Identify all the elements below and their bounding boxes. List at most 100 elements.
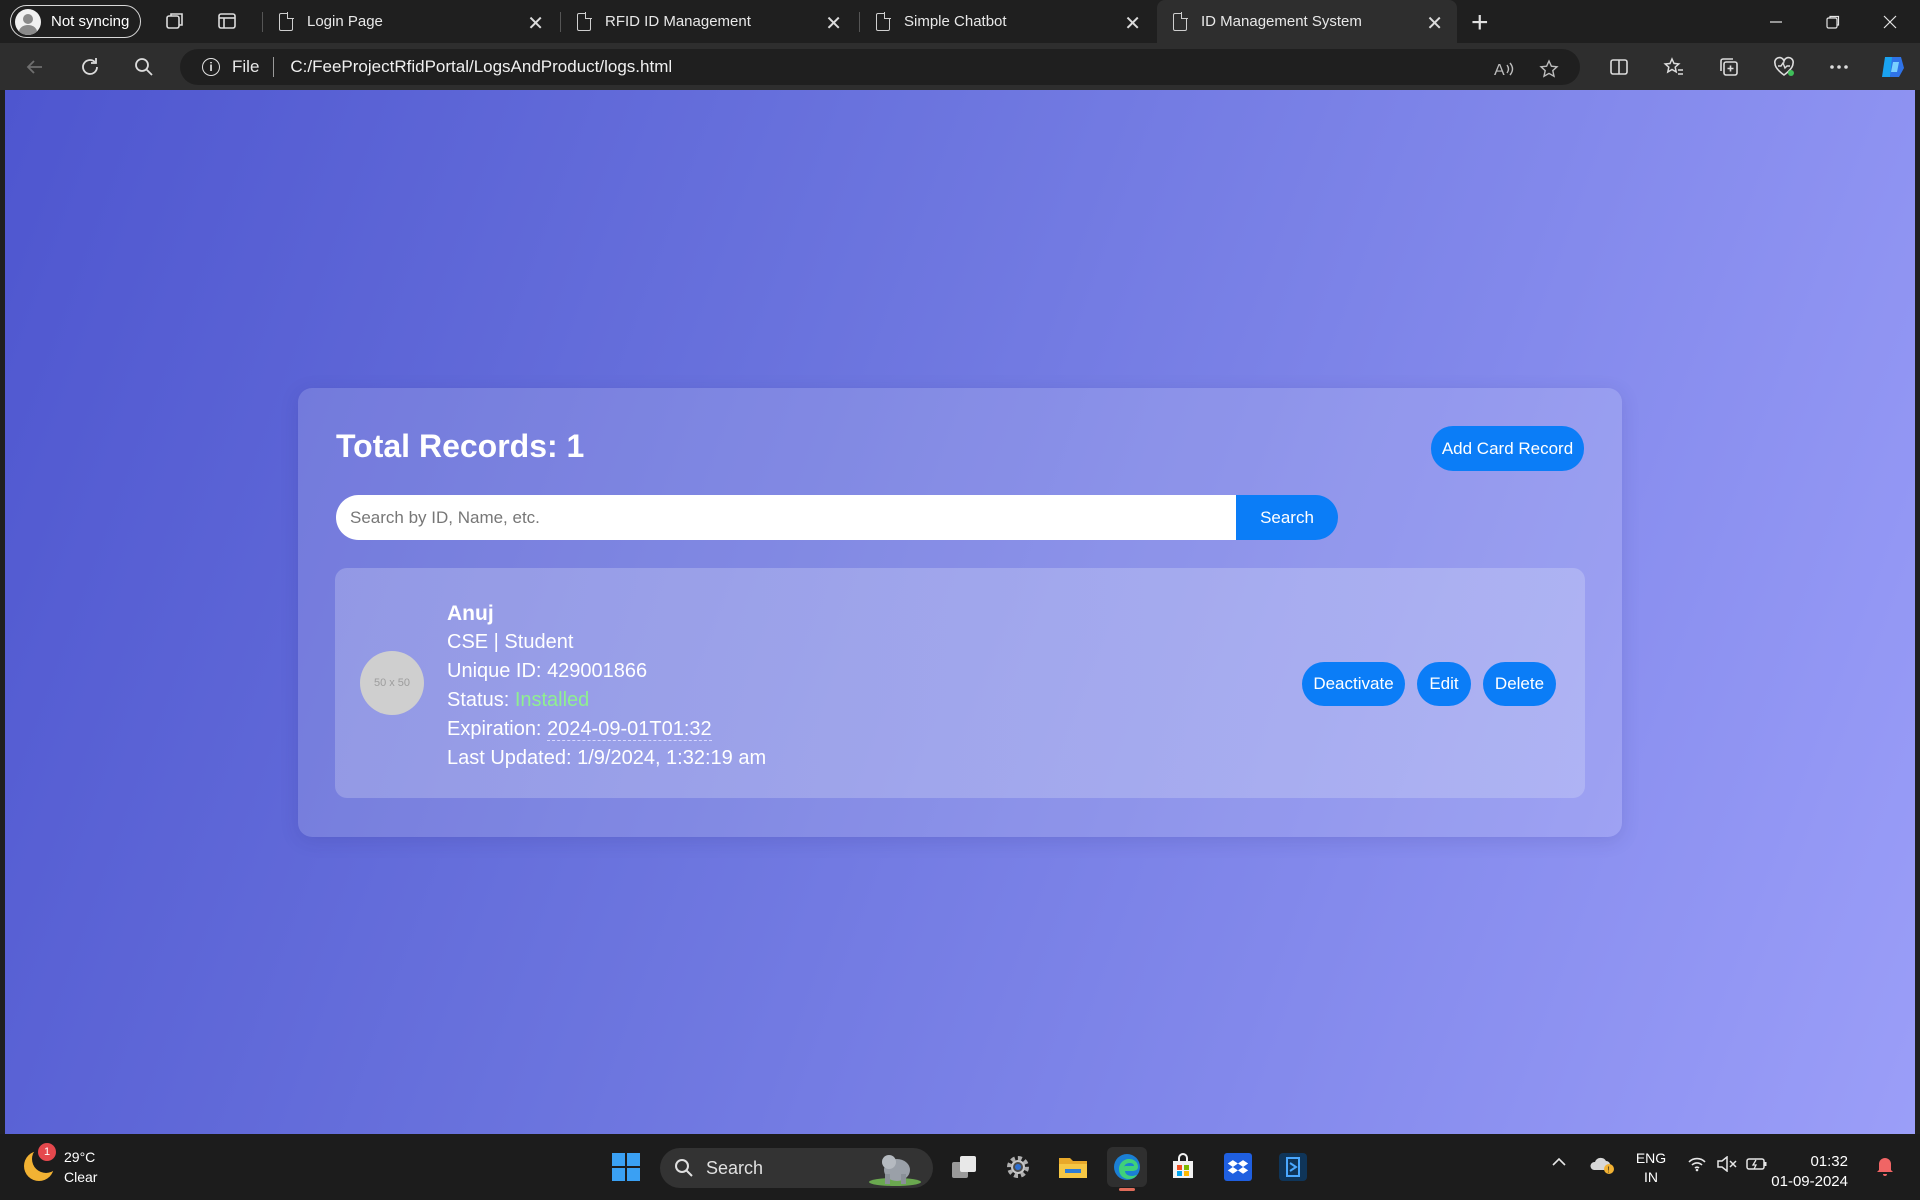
profile-label: Not syncing — [51, 13, 130, 30]
url-text[interactable]: C:/FeeProjectRfidPortal/LogsAndProduct/l… — [290, 57, 672, 77]
record-details: Anuj CSE | Student Unique ID: 429001866 … — [447, 599, 766, 773]
page-icon — [876, 11, 891, 31]
weather-condition: Clear — [64, 1169, 98, 1185]
close-tab-icon[interactable]: ✕ — [825, 11, 842, 36]
page-icon — [279, 11, 294, 31]
close-window-button[interactable] — [1862, 0, 1918, 43]
page-viewport: Total Records: 1 Add Card Record Search … — [5, 90, 1915, 1134]
deactivate-button[interactable]: Deactivate — [1302, 662, 1405, 706]
active-indicator — [1119, 1188, 1135, 1191]
notification-badge: 1 — [38, 1143, 56, 1161]
minimize-button[interactable] — [1748, 0, 1804, 43]
chevron-up-icon[interactable] — [1551, 1154, 1567, 1173]
onedrive-icon[interactable]: ! — [1589, 1154, 1615, 1177]
weather-temp: 29°C — [64, 1149, 96, 1165]
task-view-icon[interactable] — [944, 1147, 984, 1187]
tab-actions-icon[interactable] — [215, 9, 239, 33]
unique-id-label: Unique ID: — [447, 660, 548, 682]
language-indicator[interactable]: ENG IN — [1633, 1149, 1669, 1187]
file-explorer-icon[interactable] — [1053, 1147, 1093, 1187]
last-updated-label: Last Updated: — [447, 747, 578, 769]
record-last-updated: Last Updated: 1/9/2024, 1:32:19 am — [447, 744, 766, 773]
address-bar[interactable]: i File C:/FeeProjectRfidPortal/LogsAndPr… — [180, 49, 1580, 85]
close-tab-icon[interactable]: ✕ — [1124, 11, 1141, 36]
dropbox-icon[interactable] — [1218, 1147, 1258, 1187]
record-dept-role: CSE | Student — [447, 631, 574, 653]
profile-button[interactable]: Not syncing — [10, 5, 141, 38]
tab-title: RFID ID Management — [605, 13, 751, 30]
expiration-value[interactable]: 2024-09-01T01:32 — [547, 718, 712, 741]
tab-simple-chatbot[interactable]: Simple Chatbot ✕ — [860, 0, 1155, 43]
search-input[interactable] — [336, 495, 1236, 540]
record-status: Status: Installed — [447, 686, 766, 715]
tab-rfid-id-management[interactable]: RFID ID Management ✕ — [561, 0, 856, 43]
language-line2: IN — [1644, 1169, 1658, 1185]
search-icon — [675, 1159, 693, 1177]
gorilla-icon — [869, 1155, 921, 1186]
notification-bell-icon[interactable] — [1875, 1155, 1895, 1180]
start-icon[interactable] — [606, 1147, 646, 1187]
status-badge: Installed — [514, 689, 590, 711]
edge-icon[interactable] — [1107, 1147, 1147, 1191]
info-icon[interactable]: i — [202, 58, 220, 76]
browser-toolbar: i File C:/FeeProjectRfidPortal/LogsAndPr… — [0, 43, 1920, 90]
unique-id-value: 429001866 — [547, 660, 648, 682]
taskbar-search[interactable]: Search — [660, 1148, 933, 1188]
copilot-icon[interactable] — [1879, 53, 1907, 81]
svg-text:A: A — [1494, 62, 1505, 79]
language-line1: ENG — [1635, 1150, 1667, 1166]
record-name: Anuj — [447, 602, 494, 625]
taskbar: 1 29°C Clear Search ! ENG IN 01:32 01-09… — [0, 1134, 1920, 1200]
close-tab-icon[interactable]: ✕ — [1426, 11, 1443, 36]
svg-text:!: ! — [1607, 1166, 1609, 1175]
record-unique-id: Unique ID: 429001866 — [447, 657, 766, 686]
vscode-icon[interactable] — [1273, 1147, 1313, 1187]
split-screen-icon[interactable] — [1605, 53, 1633, 81]
microsoft-store-icon[interactable] — [1163, 1147, 1203, 1187]
tab-id-management-system[interactable]: ID Management System ✕ — [1157, 0, 1457, 43]
divider — [273, 57, 275, 77]
new-tab-button[interactable]: + — [1471, 6, 1489, 40]
tab-title: ID Management System — [1201, 13, 1362, 30]
tab-strip: Not syncing Login Page ✕ RFID ID Managem… — [0, 0, 1920, 43]
page-icon — [1173, 11, 1188, 31]
browser-essentials-icon[interactable] — [1770, 53, 1798, 81]
restore-button[interactable] — [1805, 0, 1861, 43]
clock-date: 01-09-2024 — [1771, 1173, 1848, 1190]
back-icon[interactable] — [21, 53, 49, 81]
tab-title: Login Page — [307, 13, 383, 30]
edit-button[interactable]: Edit — [1417, 662, 1471, 706]
records-panel: Total Records: 1 Add Card Record Search … — [298, 388, 1622, 837]
refresh-icon[interactable] — [76, 53, 104, 81]
search-icon[interactable] — [130, 53, 158, 81]
read-aloud-icon[interactable]: A — [1490, 55, 1518, 83]
favorites-icon[interactable] — [1660, 53, 1688, 81]
settings-icon[interactable] — [998, 1147, 1038, 1187]
add-card-record-button[interactable]: Add Card Record — [1431, 426, 1584, 471]
clock-time: 01:32 — [1810, 1153, 1848, 1170]
delete-button[interactable]: Delete — [1483, 662, 1556, 706]
tab-title: Simple Chatbot — [904, 13, 1007, 30]
wifi-icon[interactable] — [1687, 1156, 1707, 1175]
taskbar-search-label: Search — [706, 1157, 764, 1178]
battery-icon[interactable] — [1746, 1156, 1768, 1175]
record-expiration: Expiration: 2024-09-01T01:32 — [447, 715, 766, 744]
last-updated-value: 1/9/2024, 1:32:19 am — [577, 747, 767, 769]
avatar — [15, 8, 41, 35]
system-clock[interactable]: 01:32 01-09-2024 — [1770, 1152, 1848, 1192]
total-records-heading: Total Records: 1 — [336, 428, 585, 464]
favorite-star-icon[interactable] — [1535, 55, 1563, 83]
avatar-placeholder: 50 x 50 — [360, 651, 424, 715]
tab-login-page[interactable]: Login Page ✕ — [263, 0, 558, 43]
record-card: 50 x 50 Anuj CSE | Student Unique ID: 42… — [335, 568, 1585, 798]
url-scheme: File — [232, 57, 260, 76]
status-label: Status: — [447, 689, 515, 711]
more-options-icon[interactable] — [1825, 53, 1853, 81]
workspaces-icon[interactable] — [163, 9, 187, 33]
close-tab-icon[interactable]: ✕ — [527, 11, 544, 36]
search-button[interactable]: Search — [1236, 495, 1338, 540]
volume-muted-icon[interactable] — [1716, 1155, 1738, 1175]
collections-icon[interactable] — [1715, 53, 1743, 81]
page-icon — [577, 11, 592, 31]
expiration-label: Expiration: — [447, 718, 548, 740]
